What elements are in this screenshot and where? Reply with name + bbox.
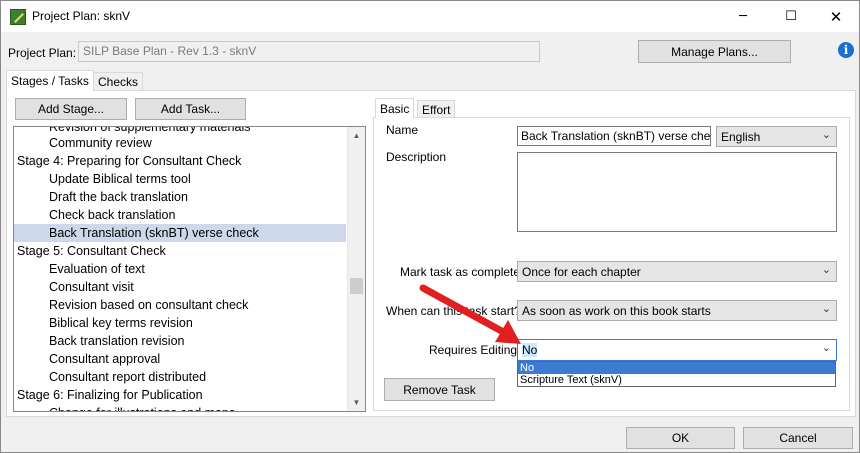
description-label: Description bbox=[386, 150, 447, 164]
dropdown-option-scripture-text[interactable]: Scripture Text (sknV) bbox=[518, 374, 835, 386]
project-plan-dialog: Project Plan: sknV ─ ☐ ✕ Project Plan: S… bbox=[0, 0, 860, 453]
tab-stages-tasks[interactable]: Stages / Tasks bbox=[6, 70, 94, 91]
add-stage-button[interactable]: Add Stage... bbox=[15, 98, 127, 120]
tree-item[interactable]: Consultant approval bbox=[14, 350, 346, 368]
ok-button[interactable]: OK bbox=[626, 427, 735, 449]
manage-plans-button[interactable]: Manage Plans... bbox=[638, 40, 791, 63]
scroll-down-icon[interactable]: ▼ bbox=[348, 394, 365, 411]
project-plan-label: Project Plan: bbox=[8, 46, 77, 60]
language-select[interactable]: English ⌄ bbox=[716, 126, 837, 147]
description-textarea[interactable] bbox=[517, 152, 837, 232]
requires-editing-select[interactable]: No ⌄ bbox=[517, 339, 837, 361]
requires-editing-dropdown[interactable]: No Scripture Text (sknV) bbox=[517, 361, 836, 387]
tree-item[interactable]: Back translation revision bbox=[14, 332, 346, 350]
tree-item-selected[interactable]: Back Translation (sknBT) verse check bbox=[14, 224, 346, 242]
app-icon bbox=[10, 9, 26, 25]
annotation-arrow-icon bbox=[419, 284, 521, 344]
chevron-down-icon: ⌄ bbox=[821, 263, 831, 276]
chevron-down-icon: ⌄ bbox=[821, 302, 831, 315]
tree-item[interactable]: Community review bbox=[14, 134, 346, 152]
tree-item[interactable]: Change for illustrations and maps bbox=[14, 404, 346, 411]
cancel-button[interactable]: Cancel bbox=[743, 427, 853, 449]
task-name-input[interactable]: Back Translation (sknBT) verse check bbox=[517, 126, 711, 146]
maximize-button[interactable]: ☐ bbox=[768, 1, 814, 32]
close-button[interactable]: ✕ bbox=[813, 1, 859, 32]
stage-task-tree[interactable]: Revision of supplementary materials Comm… bbox=[13, 126, 366, 412]
scroll-up-icon[interactable]: ▲ bbox=[348, 127, 365, 144]
tree-item[interactable]: Biblical key terms revision bbox=[14, 314, 346, 332]
mark-complete-value: Once for each chapter bbox=[522, 265, 641, 279]
window-title: Project Plan: sknV bbox=[32, 9, 131, 23]
tree-item[interactable]: Evaluation of text bbox=[14, 260, 346, 278]
tree-scrollbar[interactable]: ▲ ▼ bbox=[347, 127, 365, 411]
tab-basic[interactable]: Basic bbox=[375, 98, 415, 118]
chevron-down-icon: ⌄ bbox=[821, 128, 831, 141]
dropdown-option-no[interactable]: No bbox=[518, 362, 835, 374]
add-task-button[interactable]: Add Task... bbox=[135, 98, 246, 120]
title-bar: Project Plan: sknV ─ ☐ ✕ bbox=[1, 1, 859, 32]
tree-item[interactable]: Check back translation bbox=[14, 206, 346, 224]
tab-effort[interactable]: Effort bbox=[417, 100, 456, 118]
tree-stage[interactable]: Stage 6: Finalizing for Publication bbox=[14, 386, 346, 404]
task-start-value: As soon as work on this book starts bbox=[522, 304, 711, 318]
tree-item[interactable]: Consultant report distributed bbox=[14, 368, 346, 386]
mark-complete-select[interactable]: Once for each chapter ⌄ bbox=[517, 261, 837, 282]
remove-task-button[interactable]: Remove Task bbox=[384, 378, 495, 401]
project-plan-field: SILP Base Plan - Rev 1.3 - sknV bbox=[78, 41, 540, 62]
name-label: Name bbox=[386, 123, 419, 137]
minimize-button[interactable]: ─ bbox=[720, 1, 766, 32]
tree-item[interactable]: Revision based on consultant check bbox=[14, 296, 346, 314]
chevron-down-icon: ⌄ bbox=[821, 341, 831, 354]
tab-checks[interactable]: Checks bbox=[93, 72, 144, 91]
tree-item[interactable]: Update Biblical terms tool bbox=[14, 170, 346, 188]
task-start-select[interactable]: As soon as work on this book starts ⌄ bbox=[517, 300, 837, 321]
language-value: English bbox=[721, 130, 761, 144]
scroll-thumb[interactable] bbox=[350, 278, 363, 294]
tree-stage[interactable]: Stage 4: Preparing for Consultant Check bbox=[14, 152, 346, 170]
tree-stage[interactable]: Stage 5: Consultant Check bbox=[14, 242, 346, 260]
tree-item[interactable]: Draft the back translation bbox=[14, 188, 346, 206]
info-icon[interactable]: i bbox=[838, 42, 854, 58]
tree-item[interactable]: Consultant visit bbox=[14, 278, 346, 296]
